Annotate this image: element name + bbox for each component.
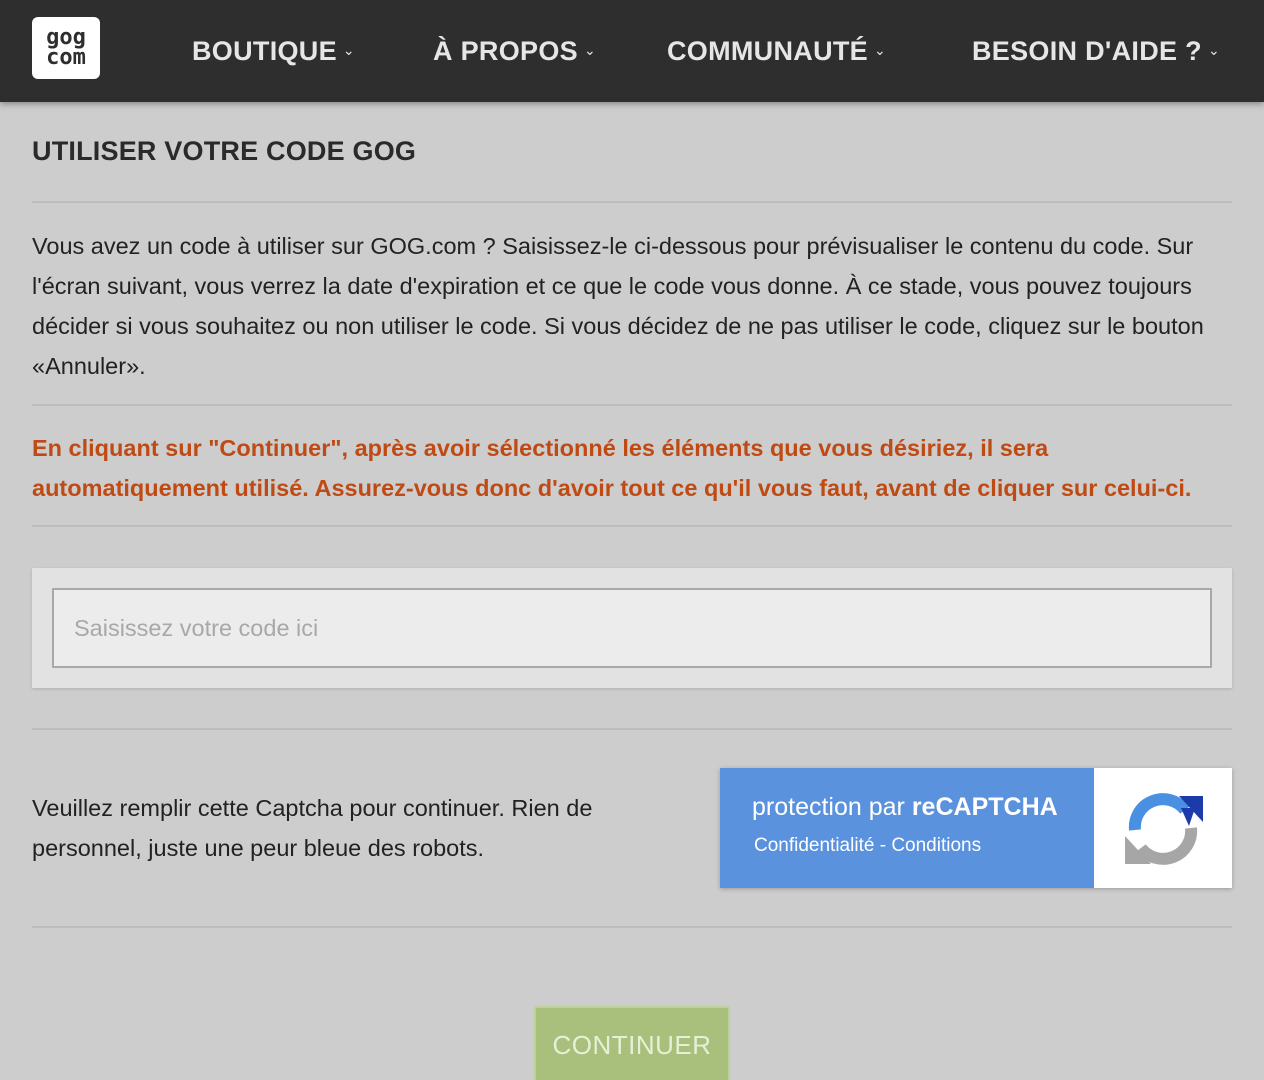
intro-text: Vous avez un code à utiliser sur GOG.com…: [32, 233, 1204, 379]
nav-a-propos-label: À PROPOS: [433, 35, 578, 66]
divider: [32, 404, 1232, 406]
nav-boutique[interactable]: BOUTIQUE ⌄: [192, 0, 355, 102]
chevron-down-icon: ⌄: [1207, 41, 1220, 58]
logo-line-2: com: [46, 45, 86, 70]
nav-a-propos[interactable]: À PROPOS ⌄: [433, 0, 596, 102]
nav-besoin-daide[interactable]: BESOIN D'AIDE ? ⌄: [972, 0, 1220, 102]
divider: [32, 926, 1232, 928]
chevron-down-icon: ⌄: [342, 41, 355, 58]
nav-communaute-label: COMMUNAUTÉ: [667, 35, 868, 66]
divider: [32, 201, 1232, 203]
divider: [32, 525, 1232, 527]
recaptcha-links: Confidentialité - Conditions: [754, 834, 1094, 858]
captcha-instruction-text: Veuillez remplir cette Captcha pour cont…: [32, 795, 593, 861]
recaptcha-prefix: protection par: [752, 793, 912, 821]
recaptcha-badge-panel: protection par reCAPTCHA Confidentialité…: [720, 768, 1094, 888]
continue-button[interactable]: CONTINUER: [534, 1006, 730, 1080]
nav-besoin-daide-label: BESOIN D'AIDE ?: [972, 35, 1202, 66]
recaptcha-title: protection par reCAPTCHA: [752, 792, 1094, 822]
nav-communaute[interactable]: COMMUNAUTÉ ⌄: [667, 0, 886, 102]
code-input[interactable]: [52, 588, 1212, 668]
chevron-down-icon: ⌄: [873, 41, 887, 58]
page-title: UTILISER VOTRE CODE GOG: [32, 136, 417, 166]
divider: [32, 728, 1232, 730]
chevron-down-icon: ⌄: [583, 41, 596, 58]
code-input-panel: [32, 568, 1232, 688]
warning-text: En cliquant sur "Continuer", après avoir…: [32, 435, 1192, 501]
recaptcha-widget[interactable]: protection par reCAPTCHA Confidentialité…: [720, 768, 1232, 888]
nav-boutique-label: BOUTIQUE: [192, 35, 337, 66]
recaptcha-logo-icon: [1094, 768, 1232, 888]
recaptcha-brand: reCAPTCHA: [911, 793, 1058, 821]
gog-logo[interactable]: gog com: [32, 17, 100, 79]
recaptcha-terms-link[interactable]: Conditions: [891, 835, 981, 856]
recaptcha-privacy-link[interactable]: Confidentialité: [754, 835, 874, 856]
recaptcha-separator: -: [874, 835, 892, 856]
top-navigation-bar: gog com BOUTIQUE ⌄ À PROPOS ⌄ COMMUNAUTÉ…: [0, 0, 1264, 102]
